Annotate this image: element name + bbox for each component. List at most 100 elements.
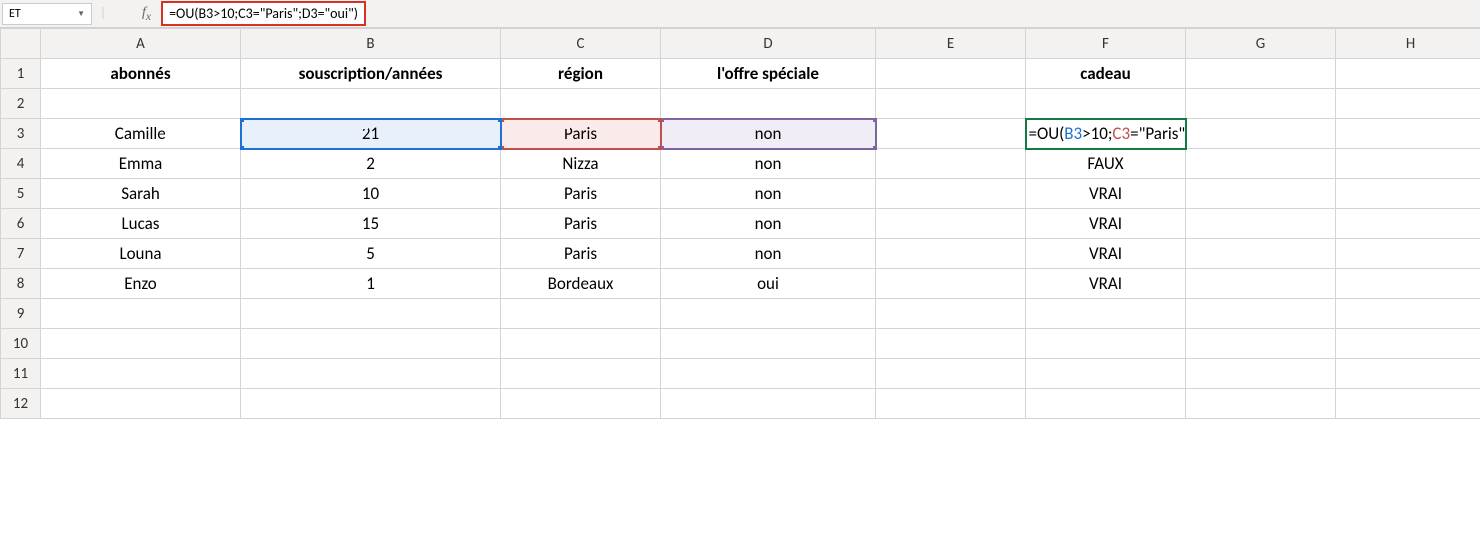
cell[interactable]	[1186, 119, 1336, 149]
cell[interactable]	[876, 329, 1026, 359]
cell[interactable]: 15	[241, 209, 501, 239]
cell[interactable]: Paris	[501, 239, 661, 269]
cell[interactable]	[1336, 59, 1480, 89]
row-header[interactable]: 10	[1, 329, 41, 359]
cell[interactable]	[1026, 329, 1186, 359]
cell[interactable]	[501, 359, 661, 389]
cell[interactable]: Louna	[41, 239, 241, 269]
cell[interactable]	[241, 389, 501, 419]
cell[interactable]	[1336, 359, 1480, 389]
row-header[interactable]: 11	[1, 359, 41, 389]
cell[interactable]: FAUX	[1026, 149, 1186, 179]
cell-ref-blue[interactable]: 21	[241, 119, 501, 149]
row-header[interactable]: 4	[1, 149, 41, 179]
cell[interactable]: Paris	[501, 209, 661, 239]
cell[interactable]	[876, 269, 1026, 299]
cell[interactable]: VRAI	[1026, 269, 1186, 299]
cell[interactable]	[1336, 239, 1480, 269]
cell[interactable]	[1026, 89, 1186, 119]
cell[interactable]	[1186, 209, 1336, 239]
cell[interactable]: cadeau	[1026, 59, 1186, 89]
cell[interactable]	[876, 299, 1026, 329]
cell[interactable]: Lucas	[41, 209, 241, 239]
cell[interactable]: région	[501, 59, 661, 89]
cell[interactable]: 2	[241, 149, 501, 179]
row-header[interactable]: 5	[1, 179, 41, 209]
cell[interactable]	[876, 209, 1026, 239]
cell[interactable]: 1	[241, 269, 501, 299]
cell[interactable]: souscription/années	[241, 59, 501, 89]
cell[interactable]	[1026, 359, 1186, 389]
cell[interactable]: Nizza	[501, 149, 661, 179]
cell[interactable]	[1186, 179, 1336, 209]
cell[interactable]	[1186, 389, 1336, 419]
cell[interactable]	[876, 359, 1026, 389]
cell[interactable]	[1186, 89, 1336, 119]
cell[interactable]	[1186, 59, 1336, 89]
cell[interactable]	[1186, 149, 1336, 179]
cell[interactable]	[1186, 239, 1336, 269]
cell[interactable]	[1186, 359, 1336, 389]
col-header[interactable]: G	[1186, 29, 1336, 59]
cell[interactable]	[241, 89, 501, 119]
cell[interactable]: abonnés	[41, 59, 241, 89]
cell[interactable]	[1336, 89, 1480, 119]
cell[interactable]: Paris	[501, 179, 661, 209]
cell[interactable]: VRAI	[1026, 179, 1186, 209]
cell[interactable]	[1186, 269, 1336, 299]
cell[interactable]: VRAI	[1026, 209, 1186, 239]
cell[interactable]	[501, 299, 661, 329]
cell[interactable]	[241, 329, 501, 359]
cell[interactable]: Emma	[41, 149, 241, 179]
cell[interactable]	[876, 389, 1026, 419]
cell[interactable]	[1336, 329, 1480, 359]
cell[interactable]	[41, 329, 241, 359]
cell[interactable]	[1336, 179, 1480, 209]
cell[interactable]	[501, 389, 661, 419]
cell-ref-red[interactable]: Paris	[501, 119, 661, 149]
name-box[interactable]: ET ▼	[2, 3, 92, 25]
cell[interactable]: Bordeaux	[501, 269, 661, 299]
cell[interactable]	[876, 149, 1026, 179]
cell[interactable]: 10	[241, 179, 501, 209]
cell[interactable]	[876, 59, 1026, 89]
cell[interactable]	[876, 179, 1026, 209]
cell[interactable]	[876, 239, 1026, 269]
cell[interactable]	[1026, 389, 1186, 419]
cell[interactable]	[41, 89, 241, 119]
row-header[interactable]: 7	[1, 239, 41, 269]
col-header[interactable]: H	[1336, 29, 1480, 59]
col-header[interactable]: C	[501, 29, 661, 59]
formula-text[interactable]: =OU(B3>10;C3="Paris";D3="oui")	[161, 1, 366, 26]
cell[interactable]	[241, 299, 501, 329]
cell-ref-purple[interactable]: non	[661, 119, 876, 149]
active-cell-edit[interactable]: =OU(B3>10;C3="Paris";D3="oui")	[1026, 119, 1186, 149]
row-header[interactable]: 9	[1, 299, 41, 329]
select-all-corner[interactable]	[1, 29, 41, 59]
cell[interactable]	[661, 329, 876, 359]
cell[interactable]: Sarah	[41, 179, 241, 209]
col-header[interactable]: F	[1026, 29, 1186, 59]
row-header[interactable]: 3	[1, 119, 41, 149]
cell[interactable]: l'offre spéciale	[661, 59, 876, 89]
col-header[interactable]: E	[876, 29, 1026, 59]
row-header[interactable]: 6	[1, 209, 41, 239]
cell[interactable]	[1336, 389, 1480, 419]
cell[interactable]: non	[661, 149, 876, 179]
cell[interactable]: Enzo	[41, 269, 241, 299]
cell[interactable]	[661, 299, 876, 329]
cell[interactable]	[1026, 299, 1186, 329]
col-header[interactable]: B	[241, 29, 501, 59]
row-header[interactable]: 8	[1, 269, 41, 299]
cell[interactable]	[1336, 149, 1480, 179]
cell[interactable]	[501, 89, 661, 119]
cell[interactable]	[41, 299, 241, 329]
row-header[interactable]: 1	[1, 59, 41, 89]
col-header[interactable]: A	[41, 29, 241, 59]
cell[interactable]	[241, 359, 501, 389]
cell[interactable]	[41, 389, 241, 419]
cell[interactable]	[41, 359, 241, 389]
cell[interactable]: non	[661, 179, 876, 209]
row-header[interactable]: 2	[1, 89, 41, 119]
cell[interactable]: VRAI	[1026, 239, 1186, 269]
